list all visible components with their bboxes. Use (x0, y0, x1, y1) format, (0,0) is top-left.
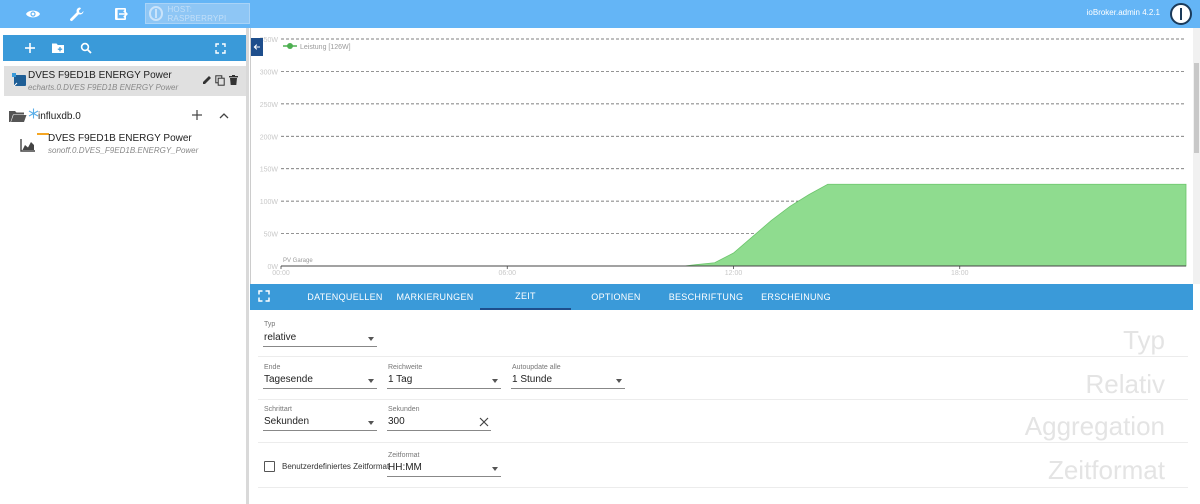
autoupdate-label: Autoupdate alle (512, 364, 561, 371)
left-toolbar (3, 35, 246, 61)
chevron-up-icon[interactable] (218, 109, 230, 121)
y-tick-label: 250W (260, 102, 279, 109)
sekunden-value: 300 (388, 416, 405, 427)
x-tick-label: 12:00 (725, 270, 743, 277)
x-tick-label: 06:00 (498, 270, 516, 277)
host-label: HOST: RASPBERRYPI (167, 4, 227, 23)
custom-time-format-label: Benutzerdefiniertes Zeitformat (282, 462, 390, 471)
open-folder-icon (7, 108, 27, 124)
divider (258, 487, 1188, 488)
ende-value: Tagesende (264, 374, 313, 385)
reichweite-select[interactable]: 1 Tag (387, 373, 501, 389)
section-heading-aggregation: Aggregation (1024, 411, 1165, 441)
area-series (281, 183, 1187, 267)
custom-time-format-checkbox[interactable] (264, 461, 275, 472)
tab-beschriftung[interactable]: BESCHRIFTUNG (661, 284, 751, 310)
chart-area: 0W 50W 100W 150W 200W 250W 300W 350W 00:00 06:00 1… (250, 28, 1198, 284)
zeit-form: Typ relative Typ Ende Tagesende Reichwei… (250, 310, 1193, 504)
fullscreen-icon[interactable] (258, 289, 272, 303)
section-heading-zeitformat: Zeitformat (1047, 455, 1165, 485)
y-tick-label: 50W (264, 232, 279, 239)
sekunden-input[interactable]: 300 (387, 415, 491, 431)
iobroker-logo-icon (149, 6, 164, 21)
reichweite-value: 1 Tag (388, 374, 413, 385)
copy-icon[interactable] (214, 74, 226, 86)
item-subtitle: echarts.0.DVES F9ED1B ENERGY Power (28, 83, 179, 92)
reichweite-label: Reichweite (388, 364, 423, 371)
tab-erscheinung[interactable]: ERSCHEINUNG (751, 284, 841, 310)
eye-icon[interactable] (22, 4, 44, 24)
wrench-icon[interactable] (66, 4, 88, 24)
sekunden-label: Sekunden (388, 406, 420, 413)
chevron-down-icon (616, 379, 622, 383)
divider (258, 442, 1188, 443)
typ-select[interactable]: relative (263, 331, 377, 347)
delete-icon[interactable] (227, 74, 239, 86)
typ-value: relative (264, 332, 297, 343)
legend-label: Leistung [126W] (300, 44, 351, 51)
scrollbar-thumb[interactable] (1194, 63, 1199, 153)
host-selector[interactable]: HOST: RASPBERRYPI (145, 3, 250, 24)
add-to-folder-icon[interactable] (191, 109, 203, 121)
divider (258, 399, 1188, 400)
list-item-selected[interactable]: DVES F9ED1B ENERGY Power echarts.0.DVES … (4, 66, 246, 96)
item-title: DVES F9ED1B ENERGY Power (48, 133, 192, 144)
echarts-preset-icon (10, 71, 28, 89)
ende-select[interactable]: Tagesende (263, 373, 377, 389)
autoupdate-select[interactable]: 1 Stunde (511, 373, 625, 389)
item-title: DVES F9ED1B ENERGY Power (28, 70, 172, 81)
folder-title: influxdb.0 (38, 111, 81, 122)
schrittart-value: Sekunden (264, 416, 310, 427)
autoupdate-value: 1 Stunde (512, 374, 553, 385)
chart-svg: 0W50W100W150W200W250W300W350W00:00 06:00 1… (260, 37, 1187, 277)
tab-datenquellen[interactable]: DATENQUELLEN (300, 284, 390, 310)
section-heading-typ: Typ (1123, 325, 1165, 355)
iobroker-brand-icon[interactable] (1170, 3, 1192, 25)
edit-icon[interactable] (201, 74, 213, 86)
x-tick-label: 18:00 (951, 270, 969, 277)
panel-splitter[interactable] (246, 28, 249, 504)
chevron-down-icon (368, 379, 374, 383)
version-label: ioBroker.admin 4.2.1 (1086, 8, 1160, 17)
zeitformat-value: HH:MM (388, 462, 422, 473)
tab-zeit[interactable]: ZEIT (480, 284, 571, 310)
x-tick-label: 00:00 (272, 270, 290, 277)
list-item[interactable]: DVES F9ED1B ENERGY Power sonoff.0.DVES_F… (4, 130, 246, 160)
tab-bar: DATENQUELLEN MARKIERUNGEN ZEIT OPTIONEN … (250, 284, 1193, 310)
ende-label: Ende (264, 364, 281, 371)
chevron-down-icon (492, 379, 498, 383)
scrollbar[interactable] (1193, 28, 1200, 284)
tab-markierungen[interactable]: MARKIERUNGEN (390, 284, 480, 310)
new-folder-icon[interactable] (49, 39, 67, 57)
logout-icon[interactable] (110, 4, 132, 24)
schrittart-label: Schrittart (264, 406, 293, 413)
clear-icon[interactable] (479, 417, 489, 430)
expand-icon[interactable] (211, 39, 229, 57)
tab-optionen[interactable]: OPTIONEN (571, 284, 661, 310)
y-tick-label: 300W (260, 69, 279, 76)
chevron-down-icon (492, 467, 498, 471)
search-icon[interactable] (77, 39, 95, 57)
y-tick-label: 200W (260, 134, 279, 141)
chevron-down-icon (368, 421, 374, 425)
divider (258, 356, 1188, 357)
item-subtitle: sonoff.0.DVES_F9ED1B.ENERGY_Power (48, 146, 199, 155)
y-tick-label: 150W (260, 167, 279, 174)
zeitformat-label: Zeitformat (388, 452, 420, 459)
collapse-left-button[interactable] (251, 38, 263, 56)
add-icon[interactable] (21, 39, 39, 57)
legend-marker (287, 43, 293, 49)
area-chart-icon (18, 138, 36, 152)
zeitformat-select[interactable]: HH:MM (387, 461, 501, 477)
series-label: PV Garage (283, 258, 313, 264)
chevron-down-icon (368, 337, 374, 341)
schrittart-select[interactable]: Sekunden (263, 415, 377, 431)
typ-label: Typ (264, 321, 276, 328)
top-bar: HOST: RASPBERRYPI ioBroker.admin 4.2.1 (0, 0, 1200, 28)
section-heading-relativ: Relativ (1085, 369, 1165, 399)
y-tick-label: 100W (260, 199, 279, 206)
left-panel: DVES F9ED1B ENERGY Power echarts.0.DVES … (0, 28, 249, 504)
folder-influxdb[interactable]: influxdb.0 (4, 104, 246, 128)
